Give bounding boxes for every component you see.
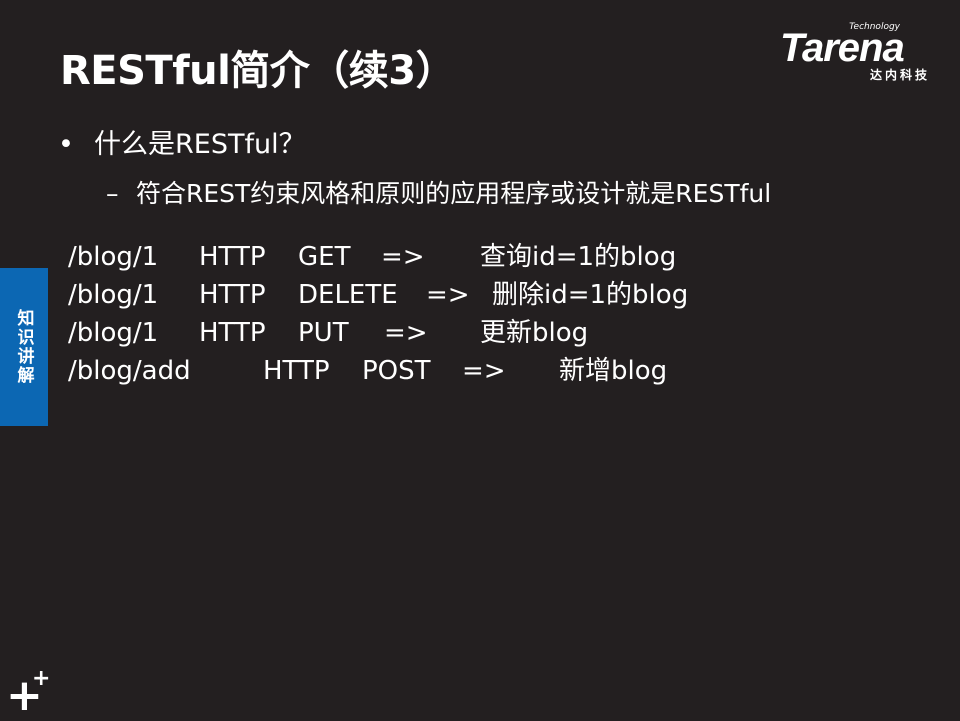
slide-title: RESTful简介（续3） [60,48,456,94]
route-path: /blog/1 [68,318,159,348]
route-desc: 更新blog [480,318,589,348]
route-desc: 查询id=1的blog [480,242,677,272]
logo-cn-text: 达内科技 [869,68,930,82]
plus-small-icon: + [32,666,51,691]
dash-icon: – [106,179,119,208]
logo-brand-text: Tarena [780,26,905,70]
knowledge-tab: 知识讲解 [0,268,48,426]
route-arrow: => [384,318,428,348]
route-arrow: => [381,242,425,272]
sub-bullet-item: – 符合REST约束风格和原则的应用程序或设计就是RESTful [106,174,771,210]
route-protocol: HTTP [199,318,266,348]
bullet-item: • 什么是RESTful？ [58,122,306,161]
route-protocol: HTTP [263,356,330,386]
route-method: POST [362,356,431,386]
knowledge-tab-label: 知识讲解 [13,309,34,385]
route-path: /blog/1 [68,280,159,310]
route-method: PUT [298,318,349,348]
route-method: DELETE [298,280,398,310]
route-arrow: => [462,356,506,386]
route-path: /blog/1 [68,242,159,272]
route-desc: 新增blog [559,356,668,386]
route-protocol: HTTP [199,280,266,310]
route-method: GET [298,242,351,272]
bullet-dot-icon: • [58,129,74,160]
sub-bullet-text: 符合REST约束风格和原则的应用程序或设计就是RESTful [136,179,772,208]
route-protocol: HTTP [199,242,266,272]
route-path: /blog/add [68,356,191,386]
tarena-logo: Technology Tarena 达内科技 [780,22,948,84]
bullet-text: 什么是RESTful？ [94,129,306,160]
route-desc: 删除id=1的blog [492,280,689,310]
route-arrow: => [426,280,470,310]
